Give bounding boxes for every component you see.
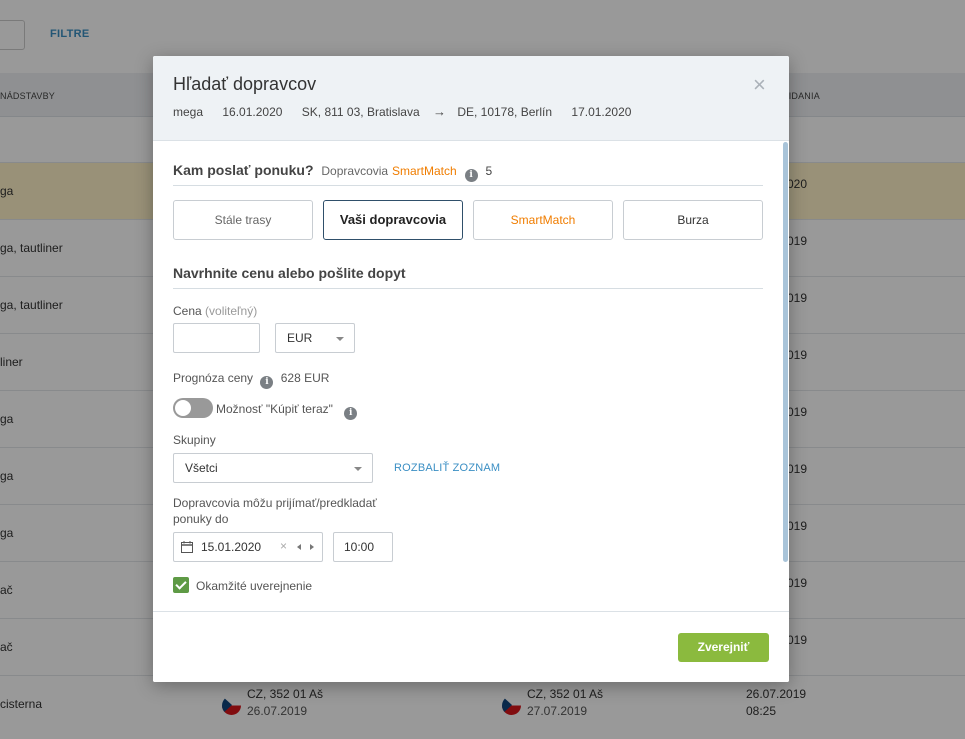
info-icon[interactable]: i: [344, 407, 358, 420]
deadline-date-picker[interactable]: 15.01.2020 ×: [173, 532, 323, 562]
currency-select[interactable]: EUR: [275, 323, 355, 353]
deadline-time-input[interactable]: 10:00: [333, 532, 393, 562]
groups-label: Skupiny: [173, 433, 216, 447]
toggle-knob: [175, 400, 191, 416]
deadline-date-value: 15.01.2020: [201, 540, 262, 554]
chevron-down-icon: [354, 467, 362, 471]
route-to: DE, 10178, Berlín: [457, 105, 553, 119]
clear-icon[interactable]: ×: [280, 539, 287, 553]
tab-exchange[interactable]: Burza: [623, 200, 763, 240]
smartmatch-count: 5: [485, 164, 493, 178]
expand-list-link[interactable]: ROZBALIŤ ZOZNAM: [394, 462, 500, 474]
dialog-header: Hľadať dopravcov × mega 16.01.2020 SK, 8…: [153, 56, 789, 141]
tab-your-carriers[interactable]: Vaši dopravcovia: [323, 200, 463, 240]
smartmatch-label: SmartMatch: [391, 164, 457, 178]
deadline-label-line1: Dopravcovia môžu prijímať/predkladať: [173, 496, 377, 510]
instant-publish-checkbox[interactable]: [173, 577, 189, 593]
prev-day-icon[interactable]: [297, 544, 301, 550]
scrollbar[interactable]: [783, 142, 788, 562]
info-icon[interactable]: i: [464, 169, 478, 182]
deadline-label-line2: ponuky do: [173, 512, 229, 526]
price-section-title: Navrhnite cenu alebo pošlite dopyt: [173, 265, 406, 281]
buy-now-label: Možnosť "Kúpiť teraz": [216, 402, 333, 416]
send-section-heading: Kam poslať ponuku?: [173, 162, 314, 178]
route-summary: mega 16.01.2020 SK, 811 03, Bratislava →…: [173, 104, 647, 119]
route-body: mega: [173, 105, 204, 119]
dialog-title: Hľadať dopravcov: [173, 74, 317, 94]
close-icon[interactable]: ×: [753, 74, 766, 96]
tab-smartmatch[interactable]: SmartMatch: [473, 200, 613, 240]
buy-now-toggle[interactable]: [173, 398, 213, 418]
forecast-label: Prognóza ceny: [173, 371, 254, 385]
forecast-row: Prognóza ceny i 628 EUR: [173, 371, 329, 389]
divider: [173, 288, 763, 289]
deadline-label: Dopravcovia môžu prijímať/predkladať pon…: [173, 495, 377, 527]
calendar-icon: [181, 541, 193, 553]
route-load-date: 16.01.2020: [222, 105, 283, 119]
price-input[interactable]: [173, 323, 260, 353]
arrow-right-icon: →: [432, 104, 446, 119]
publish-button[interactable]: Zverejniť: [678, 633, 769, 662]
find-carriers-dialog: Hľadať dopravcov × mega 16.01.2020 SK, 8…: [153, 56, 789, 682]
price-label: Cena (voliteľný): [173, 304, 257, 318]
price-optional: (voliteľný): [205, 304, 258, 318]
price-label-text: Cena: [173, 304, 202, 318]
info-icon[interactable]: i: [260, 376, 274, 389]
next-day-icon[interactable]: [310, 544, 314, 550]
forecast-value: 628 EUR: [280, 371, 330, 385]
buy-now-row: Možnosť "Kúpiť teraz" i: [216, 402, 358, 420]
currency-value: EUR: [287, 331, 313, 345]
groups-select[interactable]: Všetci: [173, 453, 373, 483]
route-from: SK, 811 03, Bratislava: [301, 105, 420, 119]
groups-value: Všetci: [185, 461, 218, 475]
instant-publish-label: Okamžité uverejnenie: [196, 579, 313, 593]
chevron-down-icon: [336, 337, 344, 341]
carriers-label: Dopravcovia: [321, 164, 389, 178]
send-section-title: Kam poslať ponuku? Dopravcovia SmartMatc…: [173, 162, 492, 182]
divider: [173, 185, 763, 186]
tab-permanent-routes[interactable]: Stále trasy: [173, 200, 313, 240]
route-unload-date: 17.01.2020: [571, 105, 632, 119]
dialog-footer: Zverejniť: [153, 611, 789, 682]
